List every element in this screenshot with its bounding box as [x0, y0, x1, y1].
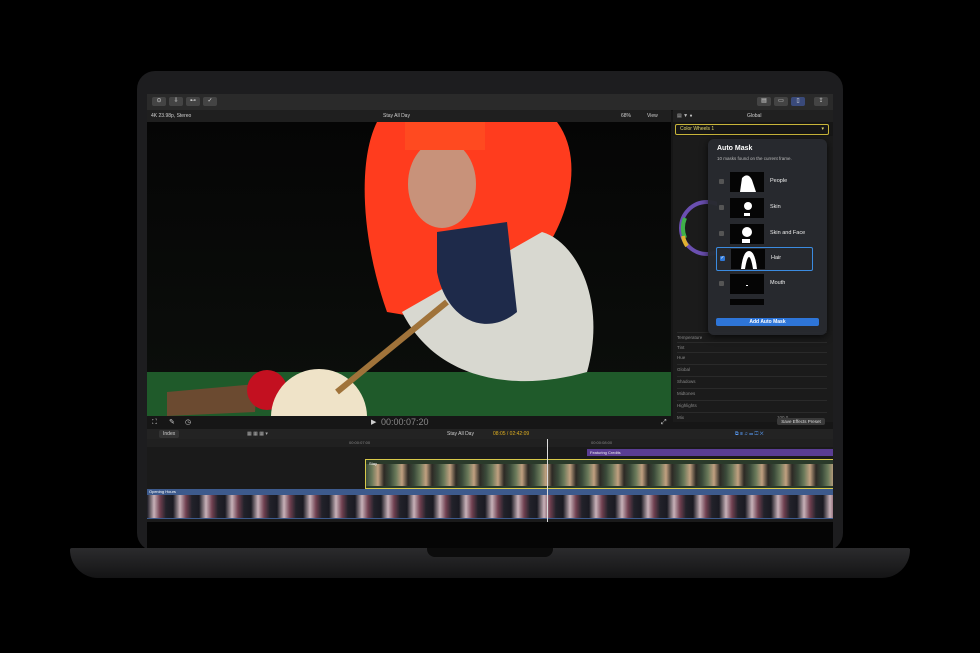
clip-filmstrip	[366, 464, 833, 486]
inspector-tab-label: Global	[747, 113, 762, 119]
format-info: 4K 23.98p, Stereo	[151, 113, 192, 119]
import-button[interactable]: ⊙	[152, 97, 166, 106]
ruler-mark: 00:00:08:00	[591, 440, 613, 445]
mask-thumbnail	[730, 172, 764, 192]
mask-option-skin-and-face[interactable]: Skin and Face	[716, 223, 811, 245]
fullscreen-icon[interactable]: ⤢	[661, 416, 667, 429]
edit-tools[interactable]: ▦ ▦ ▦ ▾	[247, 429, 268, 439]
view-menu[interactable]: View	[647, 110, 658, 122]
timeline-controls[interactable]: ⧉ ≋ ♫ ▭ ◫ ✕	[735, 429, 764, 439]
save-effects-preset-button[interactable]: Save Effects Preset	[777, 418, 825, 425]
timeline-toggle[interactable]: ▭	[774, 97, 788, 106]
mask-thumbnail	[730, 274, 764, 294]
clip-filmstrip	[147, 495, 833, 518]
index-button[interactable]: Index	[159, 430, 180, 438]
timeline-header: Index ▦ ▦ ▦ ▾ Stay All Day 08:05 / 02:42…	[147, 429, 833, 439]
connected-clip[interactable]: Stay	[365, 459, 833, 489]
viewer-controls: ⛶ ✎ ◷ ▶ 00:00:07:20 ⤢	[147, 416, 671, 429]
inspector-tab-icons[interactable]: ▤ ▼ ●	[677, 110, 692, 122]
clip-label: Stay	[369, 461, 378, 466]
viewer-header: 4K 23.98p, Stereo Stay All Day 68% View	[147, 110, 671, 122]
mask-label: Hair	[771, 255, 782, 261]
add-auto-mask-button[interactable]: Add Auto Mask	[716, 318, 819, 326]
mask-checkbox[interactable]	[719, 179, 724, 184]
timecode-display: 00:00:07:20	[381, 417, 429, 427]
mask-thumbnail	[730, 198, 764, 218]
mask-label: Skin and Face	[770, 230, 806, 236]
ruler-mark: 00:00:07:00	[349, 440, 371, 445]
auto-mask-popover: Auto Mask 10 masks found on the current …	[708, 139, 827, 335]
transform-icon[interactable]: ⛶	[152, 416, 157, 429]
mask-checkbox[interactable]	[719, 281, 724, 286]
checkmark-icon[interactable]: ✓	[720, 256, 725, 261]
top-toolbar: ⊙ ⇩ ⊷ ✓ ▤ ▭ ▯ ⇪	[147, 94, 833, 111]
mask-label: People	[770, 178, 788, 184]
inspector-header: ▤ ▼ ● Global	[673, 110, 833, 122]
inspector-toggle[interactable]: ▯	[791, 97, 805, 106]
row-highlights[interactable]: Highlights	[677, 400, 827, 410]
mask-option-skin[interactable]: Skin	[716, 197, 811, 219]
mix-label: Mix	[677, 415, 684, 420]
row-global[interactable]: Global	[677, 364, 827, 374]
timeline-project-name: Stay All Day	[447, 431, 474, 437]
final-cut-window: ⊙ ⇩ ⊷ ✓ ▤ ▭ ▯ ⇪ 4K 23.98p, Stereo Stay A…	[147, 94, 833, 522]
project-title: Stay All Day	[383, 113, 410, 119]
timeline-duration: 08:05 / 02:42:09	[493, 431, 530, 437]
mask-label: Mouth	[770, 280, 786, 286]
zoom-menu[interactable]: 68%	[621, 110, 631, 122]
mask-thumbnail-partial	[730, 299, 764, 305]
playhead[interactable]	[547, 439, 548, 522]
timeline[interactable]: 00:00:07:00 00:00:08:00 Featuring Credit…	[147, 439, 833, 522]
row-shadows[interactable]: Shadows	[677, 376, 827, 386]
auto-mask-title: Auto Mask	[717, 145, 753, 152]
row-hue: Hue	[677, 352, 827, 362]
mask-checkbox[interactable]	[719, 231, 724, 236]
screen-bezel	[147, 522, 833, 548]
video-viewer[interactable]	[147, 122, 671, 416]
title-clip[interactable]: Featuring Credits	[587, 449, 833, 456]
mask-thumbnail	[730, 224, 764, 244]
mask-checkbox[interactable]	[719, 205, 724, 210]
auto-mask-subtitle: 10 masks found on the current frame.	[717, 156, 792, 161]
enhance-icon[interactable]: ✎	[169, 416, 175, 429]
row-midtones[interactable]: Midtones	[677, 388, 827, 398]
mask-option-mouth[interactable]: Mouth	[716, 273, 811, 295]
timeline-ruler: 00:00:07:00 00:00:08:00	[147, 439, 833, 447]
speed-icon[interactable]: ◷	[185, 416, 191, 429]
laptop-notch	[427, 548, 553, 557]
effect-selector-label: Color Wheels 1	[680, 126, 715, 132]
mask-option-hair[interactable]: ✓ Hair	[716, 247, 813, 271]
keyword-button[interactable]: ⇩	[169, 97, 183, 106]
chevron-down-icon: ▾	[821, 126, 824, 132]
check-button[interactable]: ✓	[203, 97, 217, 106]
video-frame	[147, 122, 671, 416]
play-icon[interactable]: ▶	[371, 416, 376, 429]
browser-toggle[interactable]: ▤	[757, 97, 771, 106]
mask-option-people[interactable]: People	[716, 171, 811, 193]
key-button[interactable]: ⊷	[186, 97, 200, 106]
mask-label: Skin	[770, 204, 781, 210]
mask-thumbnail	[731, 249, 765, 269]
clip-label: Opening Hours	[149, 489, 176, 494]
row-tint: Tint	[677, 342, 827, 352]
effect-selector[interactable]: Color Wheels 1 ▾	[675, 124, 829, 135]
primary-storyline-clip[interactable]: Opening Hours	[147, 489, 833, 519]
share-icon[interactable]: ⇪	[814, 97, 828, 106]
